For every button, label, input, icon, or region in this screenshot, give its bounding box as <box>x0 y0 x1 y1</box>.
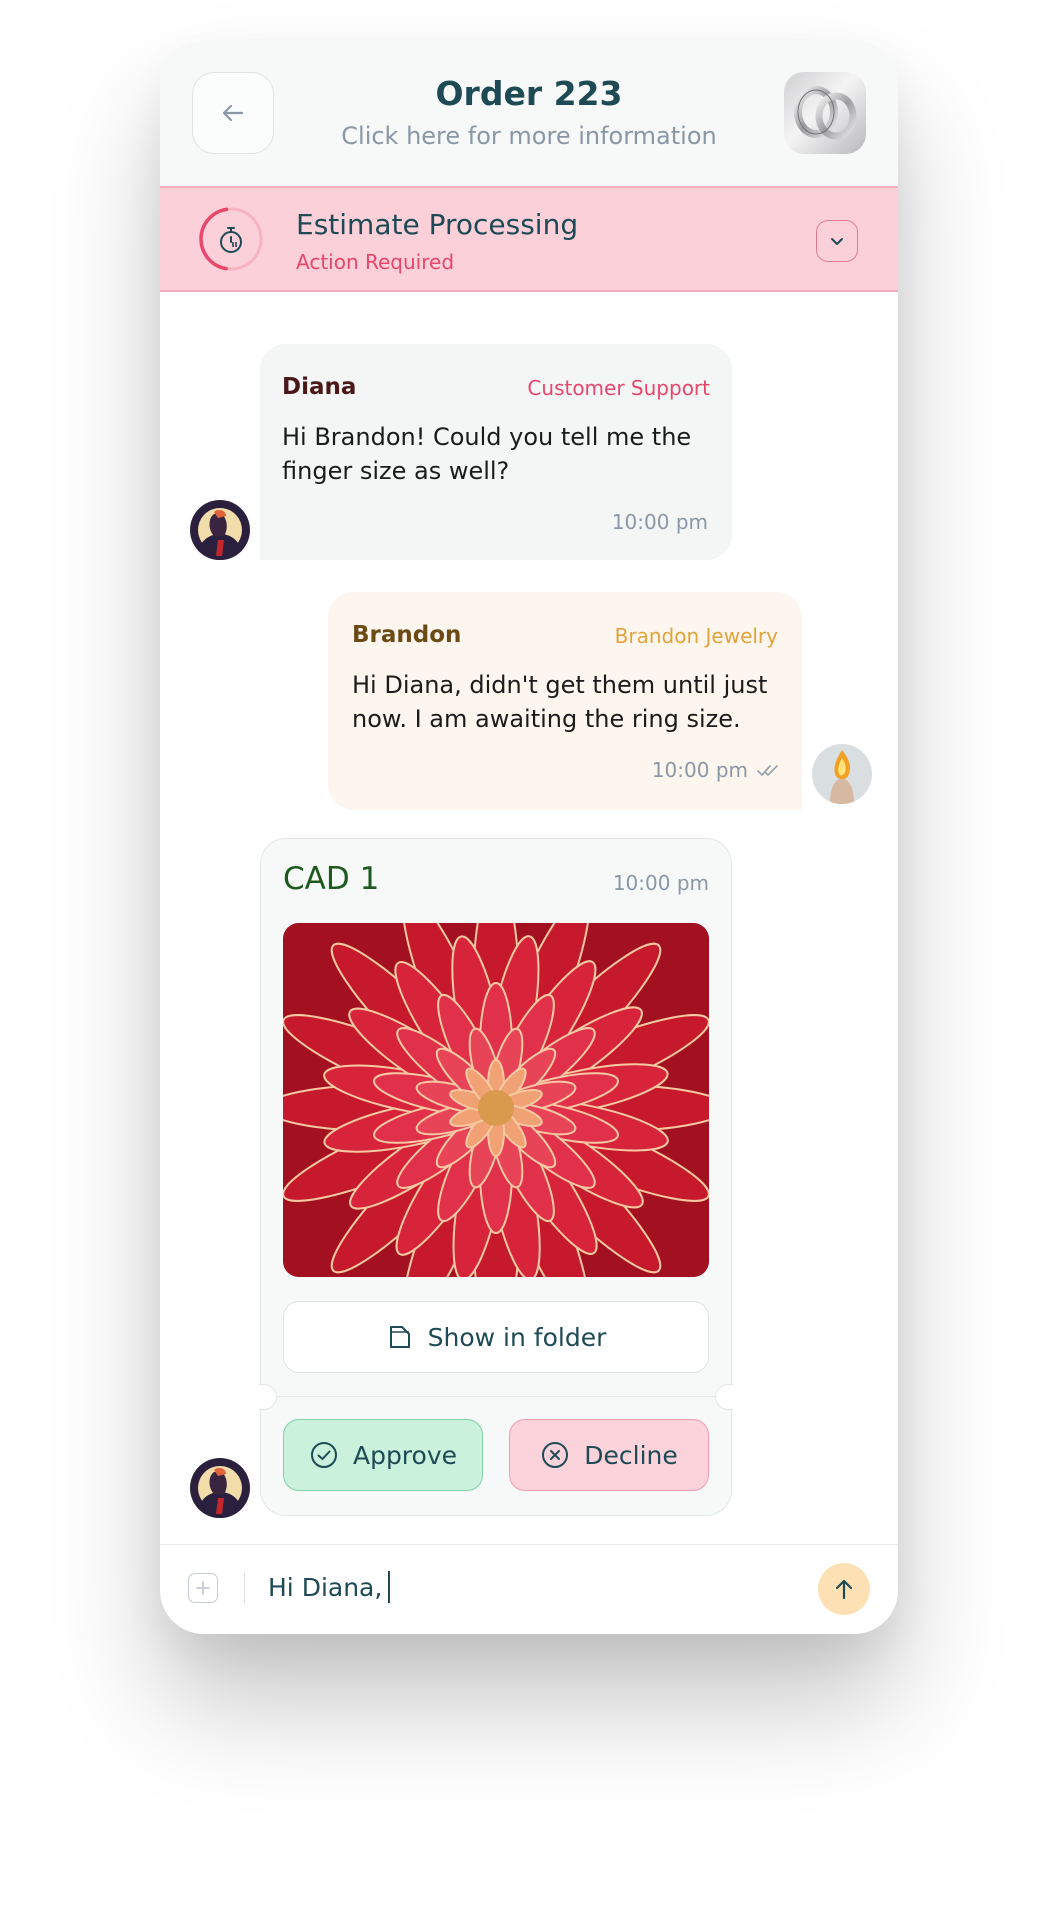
arrow-up-icon <box>835 1579 853 1600</box>
chevron-down-icon <box>831 238 843 245</box>
approve-button[interactable]: Approve <box>283 1419 483 1491</box>
status-banner[interactable]: Estimate Processing Action Required <box>160 186 898 292</box>
message-sender: Diana <box>282 374 357 400</box>
composer-divider <box>244 1573 245 1603</box>
message-bubble-incoming: Diana Customer Support Hi Brandon! Could… <box>260 344 732 560</box>
cad-title: CAD 1 <box>283 861 380 897</box>
rings-image <box>794 86 857 140</box>
message-sender: Brandon <box>352 622 462 648</box>
x-circle-icon <box>542 1442 569 1468</box>
attach-button[interactable] <box>188 1573 218 1603</box>
show-in-folder-label: Show in folder <box>427 1322 607 1352</box>
message-input-value: Hi Diana, <box>268 1572 383 1602</box>
card-divider <box>261 1396 731 1397</box>
approve-label: Approve <box>352 1440 458 1470</box>
ticket-notch-left <box>259 1384 277 1410</box>
message-sender-role: Brandon Jewelry <box>614 624 778 648</box>
chat-screen: Order 223 Click here for more informatio… <box>160 40 898 1634</box>
message-time: 10:00 pm <box>611 510 708 534</box>
cad-card: CAD 1 10:00 pm Show in folder Approve De… <box>259 838 733 1516</box>
status-title: Estimate Processing <box>296 208 579 241</box>
status-subtitle: Action Required <box>296 250 455 274</box>
text-caret <box>388 1571 391 1603</box>
timer-icon <box>199 207 263 271</box>
message-time: 10:00 pm <box>651 758 748 782</box>
check-circle-icon <box>310 1442 337 1468</box>
diana-avatar-image <box>190 500 250 560</box>
order-thumbnail[interactable] <box>784 72 866 154</box>
ticket-notch-right <box>715 1384 733 1410</box>
avatar[interactable] <box>190 500 250 560</box>
diana-avatar-image <box>190 1458 250 1518</box>
brandon-avatar-image <box>812 744 872 804</box>
message-bubble-outgoing: Brandon Brandon Jewelry Hi Diana, didn't… <box>328 592 802 810</box>
cad-image[interactable] <box>283 923 709 1277</box>
dahlia-center <box>478 1090 514 1126</box>
expand-status-button[interactable] <box>816 220 858 262</box>
message-composer: Hi Diana, <box>160 1544 898 1634</box>
chat-header: Order 223 Click here for more informatio… <box>160 40 898 186</box>
avatar[interactable] <box>190 1458 250 1518</box>
double-check-icon <box>757 765 778 776</box>
decline-button[interactable]: Decline <box>509 1419 709 1491</box>
message-sender-role: Customer Support <box>527 376 710 400</box>
dahlia-flower-image <box>283 923 709 1277</box>
decline-label: Decline <box>584 1440 678 1470</box>
send-button[interactable] <box>818 1563 870 1615</box>
plus-icon <box>196 1581 210 1595</box>
avatar[interactable] <box>812 744 872 804</box>
message-text: Hi Diana, didn't get them until just now… <box>352 671 768 733</box>
message-text: Hi Brandon! Could you tell me the finger… <box>282 423 692 485</box>
show-in-folder-button[interactable]: Show in folder <box>283 1301 709 1373</box>
folder-icon <box>389 1326 410 1348</box>
cad-time: 10:00 pm <box>612 871 709 895</box>
message-input[interactable]: Hi Diana, <box>268 1567 768 1607</box>
